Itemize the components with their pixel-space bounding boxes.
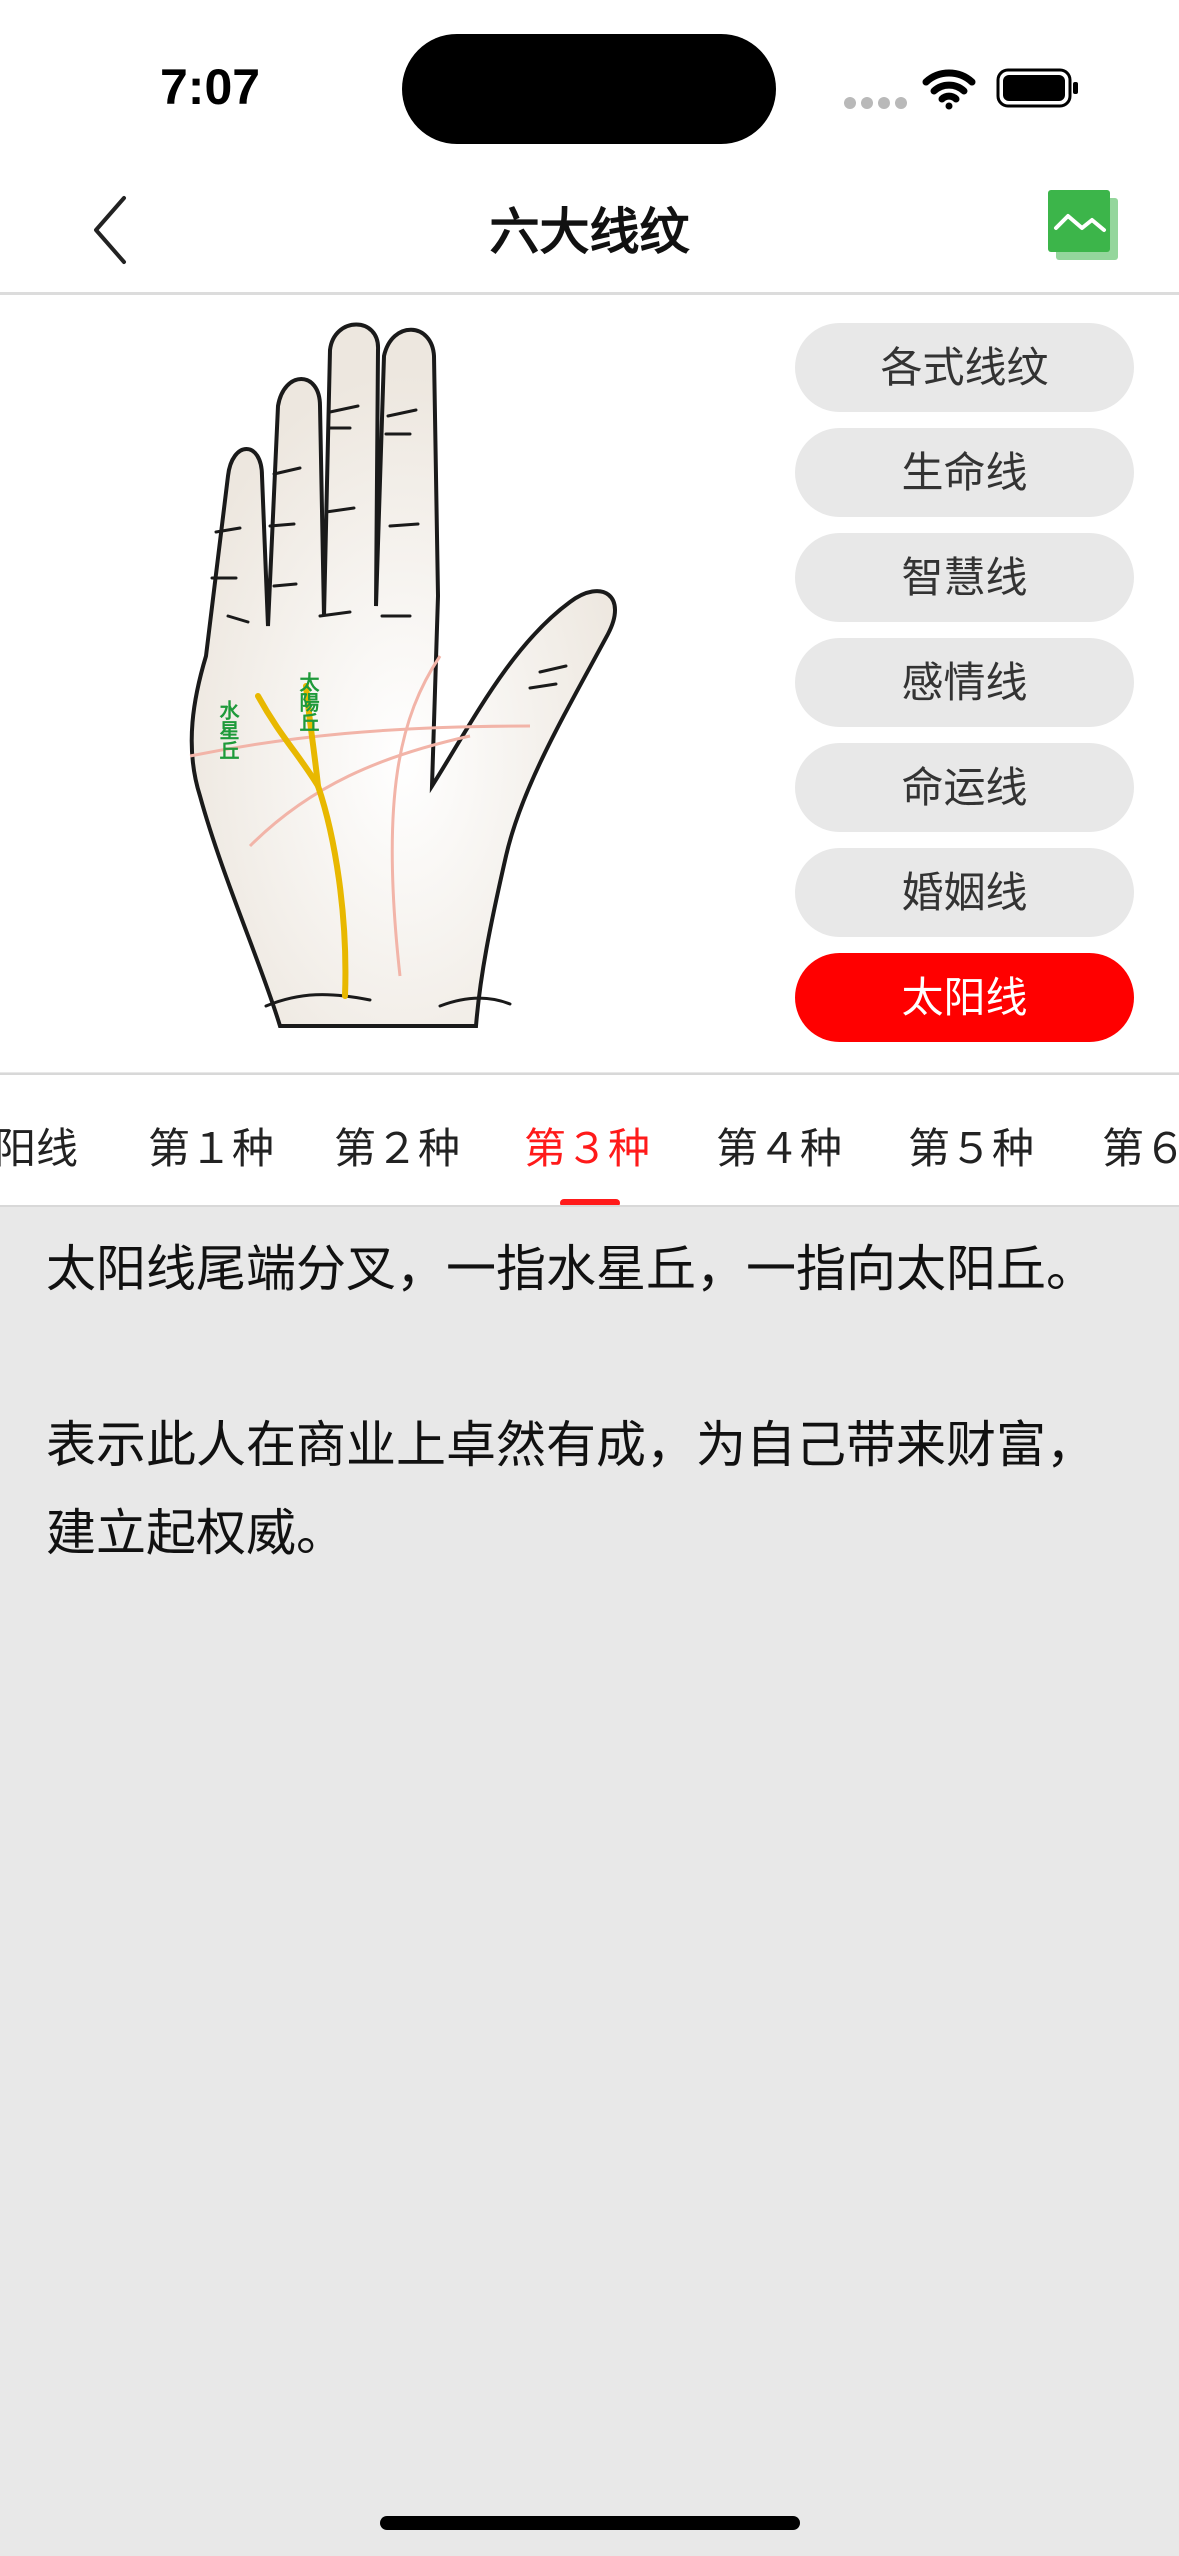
mercury-mount-label: 水星丘 bbox=[216, 700, 240, 760]
tab-type-6[interactable]: 第６ bbox=[1102, 1115, 1179, 1176]
description-paragraph-2: 表示此人在商业上卓然有成，为自己带来财富，建立起权威。 bbox=[46, 1416, 1096, 1562]
tab-sun-line[interactable]: 阳线 bbox=[0, 1115, 78, 1176]
tab-type-5[interactable]: 第５种 bbox=[908, 1115, 1034, 1176]
tab-type-3[interactable]: 第３种 bbox=[524, 1115, 650, 1176]
tab-type-4[interactable]: 第４种 bbox=[716, 1115, 842, 1176]
line-type-wisdom-button[interactable]: 智慧线 bbox=[795, 533, 1134, 622]
tab-active-indicator bbox=[560, 1199, 620, 1205]
line-type-life-button[interactable]: 生命线 bbox=[795, 428, 1134, 517]
nav-divider bbox=[0, 292, 1179, 295]
status-time: 7:07 bbox=[160, 59, 261, 115]
page-title: 六大线纹 bbox=[489, 203, 690, 261]
description-text: 太阳线尾端分叉，一指水星丘，一指向太阳丘。 表示此人在商业上卓然有成，为自己带来… bbox=[46, 1225, 1136, 1665]
line-type-fate-button[interactable]: 命运线 bbox=[795, 743, 1134, 832]
line-type-list: 各式线纹 生命线 智慧线 感情线 命运线 婚姻线 太阳线 bbox=[795, 323, 1134, 1058]
wifi-icon bbox=[922, 69, 976, 110]
description-paragraph-1: 太阳线尾端分叉，一指水星丘，一指向太阳丘。 bbox=[46, 1240, 1096, 1298]
cellular-signal-icon bbox=[844, 94, 912, 113]
tab-type-1[interactable]: 第１种 bbox=[148, 1115, 274, 1176]
home-indicator bbox=[380, 2516, 800, 2530]
gallery-button[interactable] bbox=[1046, 188, 1122, 264]
gallery-icon bbox=[1048, 190, 1118, 260]
line-type-sun-button[interactable]: 太阳线 bbox=[795, 953, 1134, 1042]
line-type-emotion-button[interactable]: 感情线 bbox=[795, 638, 1134, 727]
palm-illustration: 水星丘 太陽丘 bbox=[189, 322, 617, 1028]
battery-icon bbox=[996, 68, 1078, 108]
dynamic-island bbox=[402, 34, 776, 144]
line-type-marriage-button[interactable]: 婚姻线 bbox=[795, 848, 1134, 937]
sun-mount-label: 太陽丘 bbox=[296, 672, 320, 732]
tab-type-2[interactable]: 第２种 bbox=[334, 1115, 460, 1176]
variant-tab-bar: 阳线 第１种 第２种 第３种 第４种 第５种 第６ bbox=[0, 1073, 1179, 1207]
line-type-various-button[interactable]: 各式线纹 bbox=[795, 323, 1134, 412]
